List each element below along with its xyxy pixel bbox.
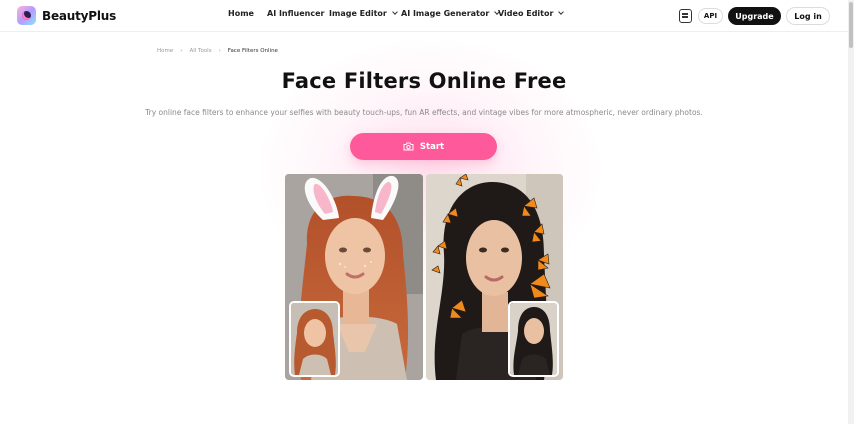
scroll-thumb[interactable]	[849, 2, 853, 48]
original-photo-thumbnail	[508, 301, 559, 377]
breadcrumb-current: Face Filters Online	[227, 48, 278, 54]
brand-logo[interactable]: BeautyPlus	[17, 6, 116, 25]
nav-ai-image-generator[interactable]: AI Image Generator	[401, 9, 501, 18]
nav-image-editor[interactable]: Image Editor	[329, 9, 398, 18]
nav-ai-influencer-label: AI Influencer	[267, 9, 325, 18]
login-button[interactable]: Log in	[786, 7, 830, 25]
page-scrollbar[interactable]	[848, 0, 854, 424]
nav-image-editor-label: Image Editor	[329, 9, 387, 18]
nav-home[interactable]: Home	[228, 9, 254, 18]
start-button-label: Start	[419, 141, 445, 152]
nav-video-editor[interactable]: Video Editor	[498, 9, 565, 18]
breadcrumb: Home › All Tools › Face Filters Online	[157, 48, 278, 54]
page-subtitle: Try online face filters to enhance your …	[145, 108, 703, 117]
example-photo-bunny-filter	[285, 174, 423, 380]
breadcrumb-home[interactable]: Home	[157, 48, 173, 54]
breadcrumb-all-tools[interactable]: All Tools	[189, 48, 211, 54]
beautyplus-logo-icon	[17, 6, 36, 25]
breadcrumb-separator: ›	[218, 48, 221, 54]
brand-name: BeautyPlus	[42, 8, 117, 23]
example-photo-butterfly-filter	[426, 174, 563, 380]
chevron-down-icon	[392, 9, 398, 15]
page-title: Face Filters Online Free	[281, 69, 567, 93]
nav-home-label: Home	[228, 9, 254, 18]
site-header: BeautyPlus Home AI Influencer Image Edit…	[0, 0, 848, 32]
chevron-down-icon	[558, 9, 565, 15]
upgrade-button[interactable]: Upgrade	[728, 7, 781, 25]
nav-video-editor-label: Video Editor	[498, 9, 554, 18]
nav-ai-image-generator-label: AI Image Generator	[401, 9, 490, 18]
breadcrumb-separator: ›	[180, 48, 183, 54]
api-button[interactable]: API	[698, 8, 723, 24]
nav-ai-influencer[interactable]: AI Influencer	[267, 9, 324, 18]
camera-icon	[403, 142, 414, 151]
start-button[interactable]: Start	[350, 133, 497, 160]
original-photo-thumbnail	[289, 301, 340, 377]
app-download-icon[interactable]	[679, 9, 692, 23]
